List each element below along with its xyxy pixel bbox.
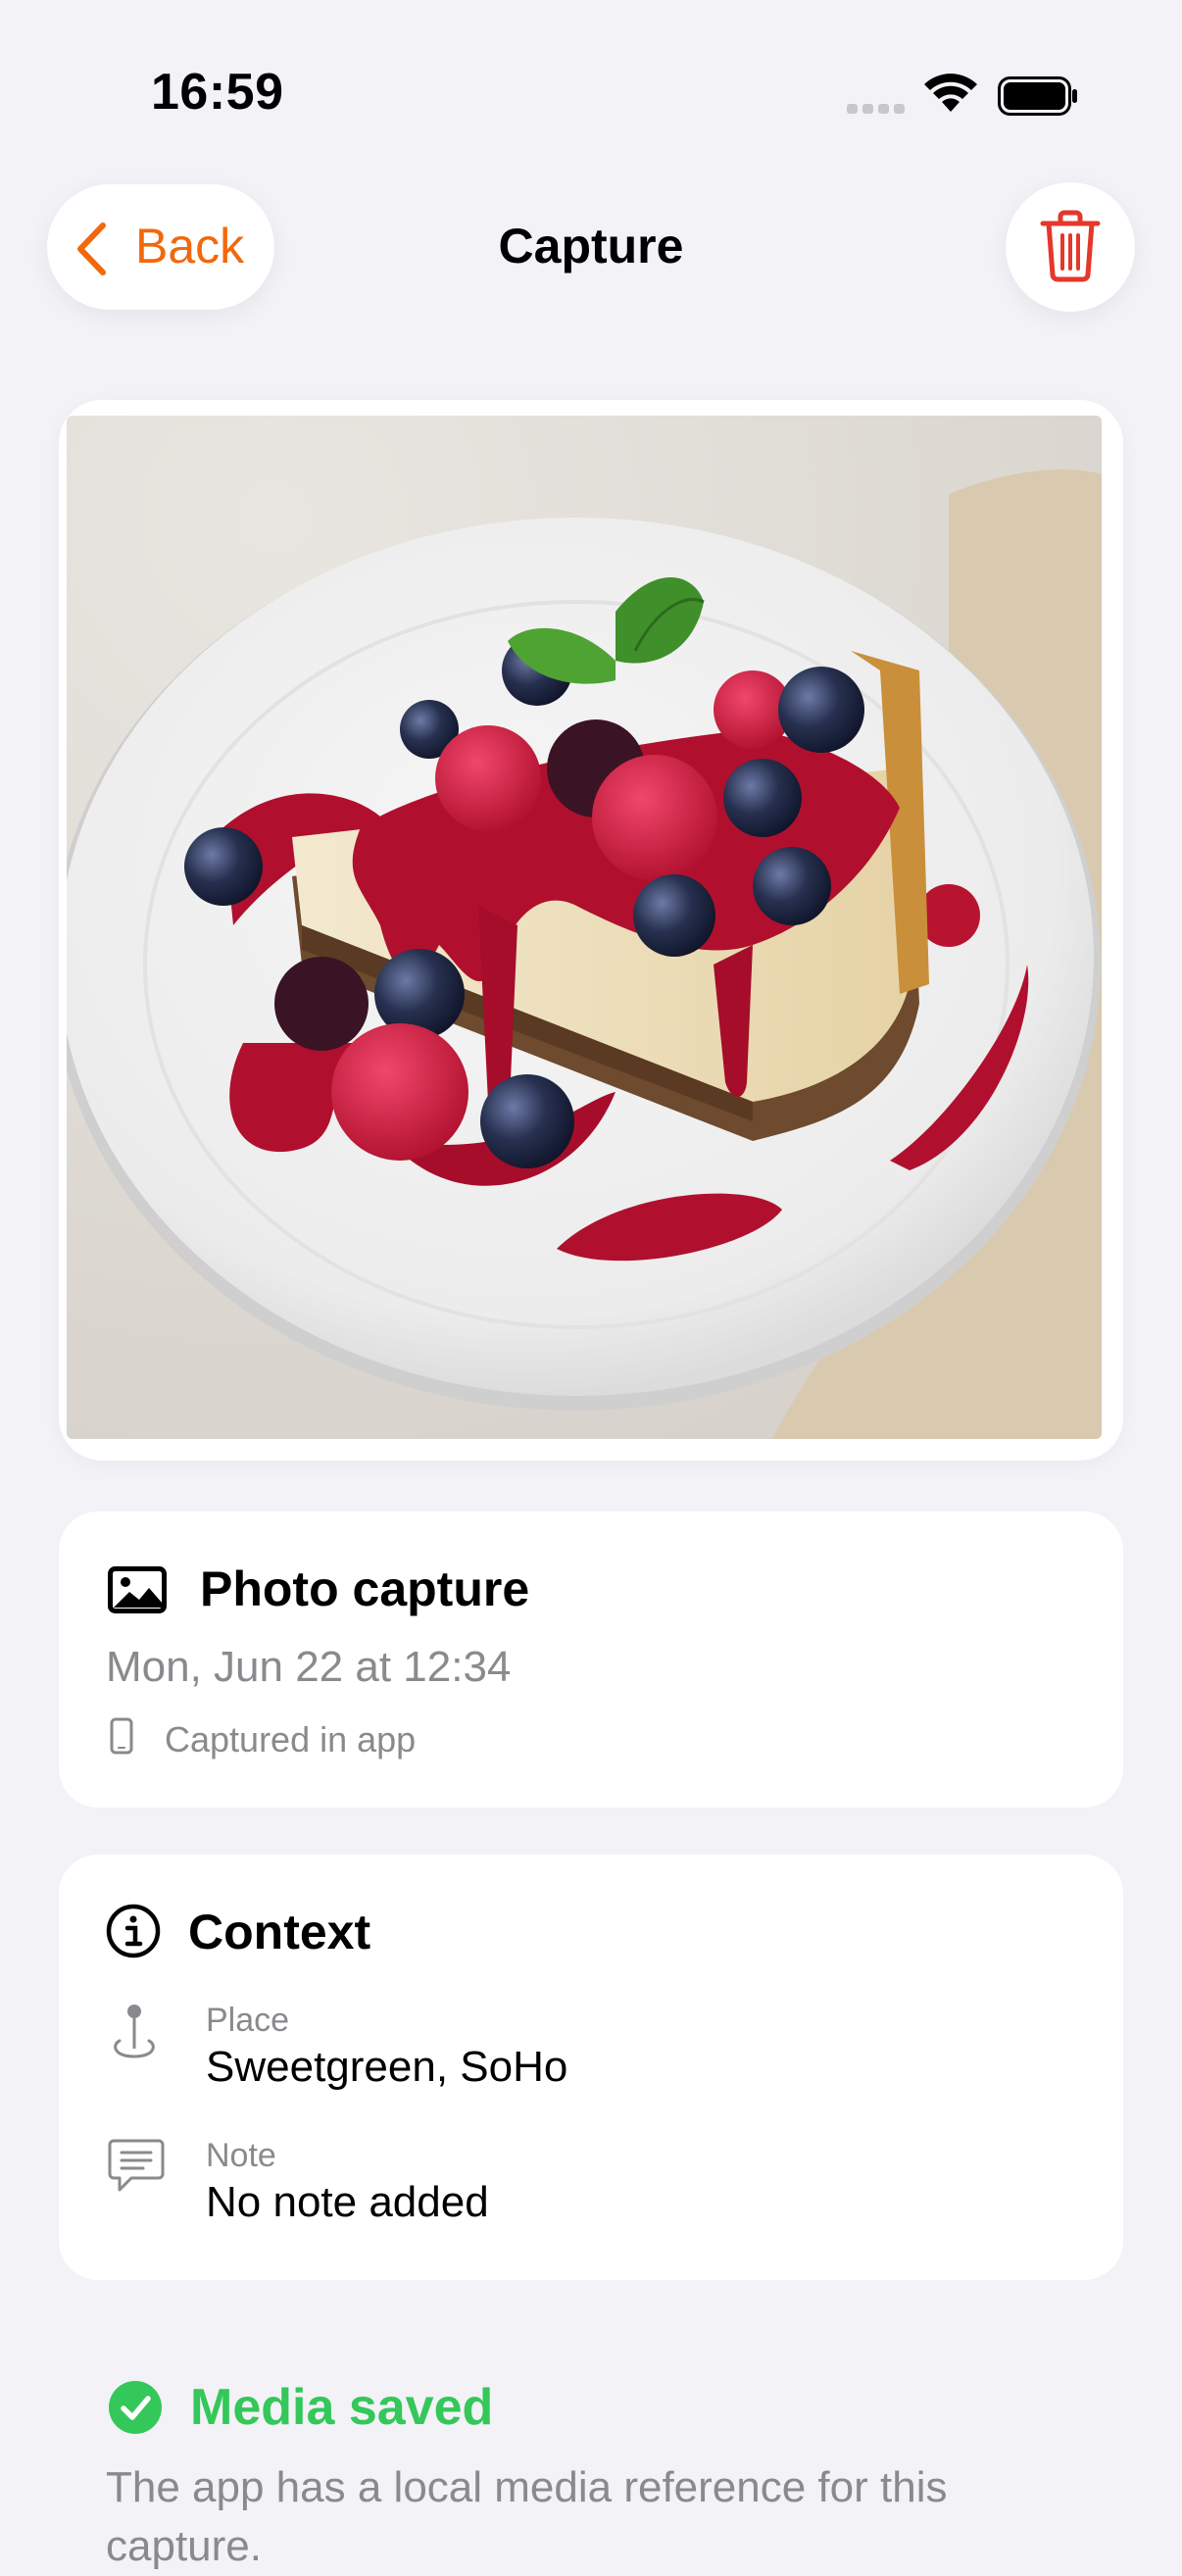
phone-icon — [110, 1717, 133, 1755]
status-time: 16:59 — [151, 64, 284, 121]
photo-icon — [108, 1566, 167, 1613]
context-card: Context Place Sweetgreen, SoHo Note No n… — [59, 1855, 1123, 2280]
trash-icon — [1040, 210, 1101, 282]
media-saved-title: Media saved — [190, 2379, 494, 2436]
status-bar: 16:59 — [0, 0, 1182, 186]
photo-card — [59, 400, 1123, 1461]
capture-info-card: Photo capture Mon, Jun 22 at 12:34 Captu… — [59, 1511, 1123, 1808]
capture-source: Captured in app — [165, 1719, 417, 1759]
capture-date: Mon, Jun 22 at 12:34 — [106, 1643, 512, 1691]
capture-title: Photo capture — [200, 1561, 530, 1616]
place-value: Sweetgreen, SoHo — [206, 2043, 568, 2091]
battery-icon — [998, 76, 1077, 116]
media-saved-description: The app has a local media reference for … — [106, 2463, 948, 2570]
wifi-icon — [924, 74, 977, 112]
checkmark-circle-icon — [109, 2381, 162, 2434]
context-title: Context — [188, 1905, 371, 1959]
info-icon — [106, 1904, 161, 1958]
cheesecake-photo[interactable] — [67, 416, 1102, 1439]
cellular-signal-icon — [847, 104, 905, 114]
place-label: Place — [206, 2002, 290, 2039]
note-label: Note — [206, 2137, 276, 2174]
note-value: No note added — [206, 2178, 489, 2226]
delete-button[interactable] — [1006, 182, 1135, 312]
note-bubble-icon — [108, 2139, 165, 2192]
location-pin-icon — [114, 2005, 155, 2058]
